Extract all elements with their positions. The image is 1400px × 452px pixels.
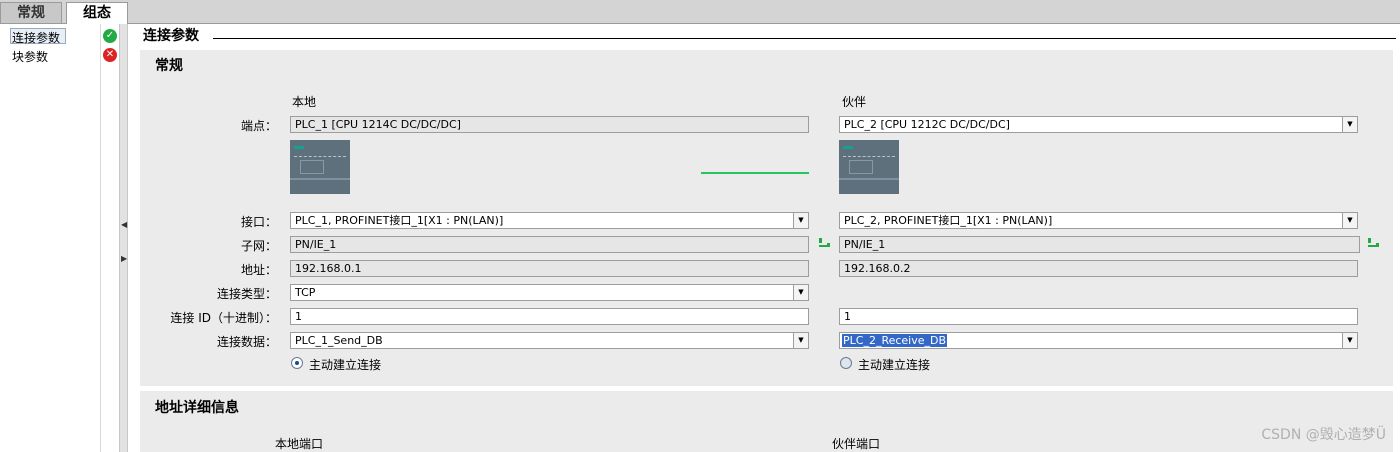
partner-address-field: 192.168.0.2 xyxy=(839,260,1358,277)
connection-link-line xyxy=(701,172,809,174)
tab-general[interactable]: 常规 xyxy=(0,2,62,23)
title-divider xyxy=(213,38,1396,39)
error-icon: ✕ xyxy=(103,48,117,62)
local-connection-data-select[interactable]: PLC_1_Send_DB ▼ xyxy=(290,332,809,349)
collapse-left-icon[interactable]: ◀ xyxy=(121,220,127,230)
local-active-connect-radio[interactable] xyxy=(291,357,303,369)
tab-configuration[interactable]: 组态 xyxy=(66,2,128,24)
chevron-down-icon[interactable]: ▼ xyxy=(793,213,808,228)
partner-interface-select[interactable]: PLC_2, PROFINET接口_1[X1 : PN(LAN)] ▼ xyxy=(839,212,1358,229)
partner-heading: 伙伴 xyxy=(842,95,867,109)
chevron-down-icon[interactable]: ▼ xyxy=(793,333,808,348)
local-interface-value: PLC_1, PROFINET接口_1[X1 : PN(LAN)] xyxy=(295,214,504,227)
local-active-connect-label: 主动建立连接 xyxy=(309,358,382,372)
label-endpoint: 端点： xyxy=(240,119,277,133)
network-icon xyxy=(1368,238,1379,247)
label-interface: 接口： xyxy=(240,215,277,229)
partner-active-connect-label: 主动建立连接 xyxy=(858,358,931,372)
tab-bar xyxy=(0,0,1400,24)
local-interface-select[interactable]: PLC_1, PROFINET接口_1[X1 : PN(LAN)] ▼ xyxy=(290,212,809,229)
label-connection-type: 连接类型： xyxy=(216,287,277,301)
nav-item-connection-params[interactable]: 连接参数 xyxy=(12,29,60,46)
partner-plc-image xyxy=(839,140,899,194)
expand-right-icon[interactable]: ▶ xyxy=(121,254,127,264)
partner-connection-data-value: PLC_2_Receive_DB xyxy=(842,334,948,347)
partner-connection-id-input[interactable]: 1 xyxy=(839,308,1358,325)
local-plc-image xyxy=(290,140,350,194)
partner-endpoint-value: PLC_2 [CPU 1212C DC/DC/DC] xyxy=(844,118,1010,131)
label-connection-data: 连接数据： xyxy=(216,335,277,349)
chevron-down-icon[interactable]: ▼ xyxy=(1342,117,1357,132)
general-panel-title: 常规 xyxy=(155,58,183,74)
partner-interface-value: PLC_2, PROFINET接口_1[X1 : PN(LAN)] xyxy=(844,214,1053,227)
partner-connection-data-select[interactable]: PLC_2_Receive_DB ▼ xyxy=(839,332,1358,349)
local-subnet-field: PN/IE_1 xyxy=(290,236,809,253)
label-address: 地址： xyxy=(240,263,277,277)
chevron-down-icon[interactable]: ▼ xyxy=(1342,333,1357,348)
local-connection-id-input[interactable]: 1 xyxy=(290,308,809,325)
connection-type-select[interactable]: TCP ▼ xyxy=(290,284,809,301)
local-connection-data-value: PLC_1_Send_DB xyxy=(295,334,383,347)
watermark: CSDN @毁心造梦Ü xyxy=(1261,427,1386,443)
chevron-down-icon[interactable]: ▼ xyxy=(1342,213,1357,228)
local-heading: 本地 xyxy=(292,95,317,109)
partner-subnet-field: PN/IE_1 xyxy=(839,236,1360,253)
label-connection-id: 连接 ID（十进制）： xyxy=(170,311,277,325)
local-endpoint-field: PLC_1 [CPU 1214C DC/DC/DC] xyxy=(290,116,809,133)
address-details-title: 地址详细信息 xyxy=(155,400,239,416)
label-subnet: 子网： xyxy=(240,239,277,253)
partner-port-heading: 伙伴端口 xyxy=(832,437,881,451)
check-icon: ✓ xyxy=(103,29,117,43)
chevron-down-icon[interactable]: ▼ xyxy=(793,285,808,300)
left-nav xyxy=(0,24,101,452)
page-title: 连接参数 xyxy=(143,28,199,44)
nav-item-block-params[interactable]: 块参数 xyxy=(12,48,48,65)
local-address-field: 192.168.0.1 xyxy=(290,260,809,277)
panel-splitter[interactable]: ◀ ▶ xyxy=(119,24,128,452)
local-port-heading: 本地端口 xyxy=(275,437,324,451)
network-icon xyxy=(819,238,830,247)
address-details-panel xyxy=(140,391,1393,452)
partner-endpoint-select[interactable]: PLC_2 [CPU 1212C DC/DC/DC] ▼ xyxy=(839,116,1358,133)
connection-type-value: TCP xyxy=(295,286,316,299)
partner-active-connect-radio[interactable] xyxy=(840,357,852,369)
